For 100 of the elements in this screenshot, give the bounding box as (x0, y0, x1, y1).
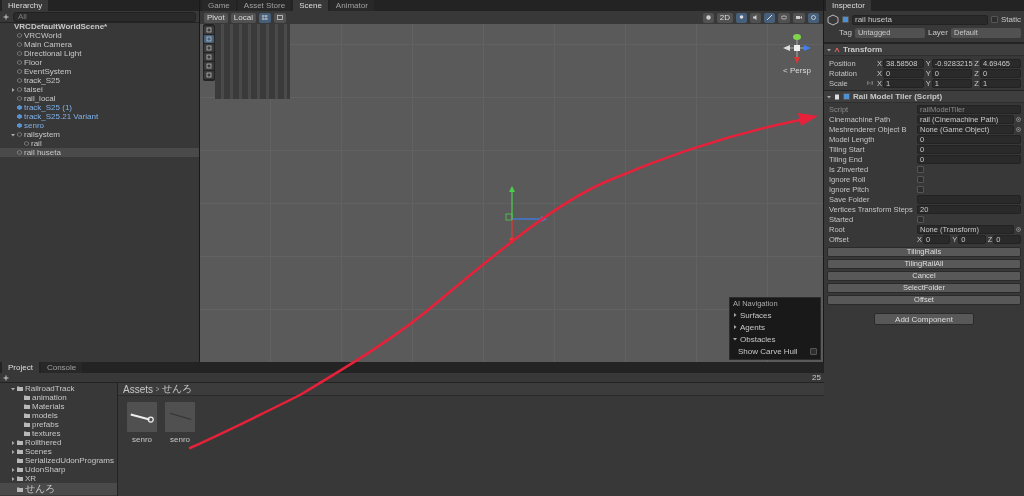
view-tab[interactable]: Animator (329, 0, 374, 11)
gizmos-dropdown[interactable] (808, 12, 819, 23)
hierarchy-item[interactable]: rail huseta (0, 148, 199, 157)
add-icon[interactable] (3, 374, 10, 381)
panel-tab[interactable]: Inspector (826, 0, 871, 11)
layer-label: Layer (927, 28, 948, 37)
grid-icon (261, 15, 268, 20)
panel-tab[interactable]: Project (2, 362, 39, 373)
folder-item[interactable]: animation (0, 393, 117, 402)
caret-icon[interactable] (11, 440, 15, 445)
snap-dropdown[interactable] (258, 12, 271, 23)
folder-item[interactable]: RailroadTrack (0, 384, 117, 393)
visibility-toggle[interactable] (778, 12, 790, 23)
camera-icon (796, 15, 802, 20)
checkbox[interactable] (810, 347, 817, 355)
folder-item[interactable]: せんろ (0, 483, 117, 495)
grid-icon (276, 15, 283, 20)
folder-item[interactable]: models (0, 411, 117, 420)
speaker-icon (753, 15, 758, 20)
static-label: Static (1001, 15, 1021, 24)
grid-dropdown[interactable] (273, 12, 286, 23)
mode-2d-toggle[interactable]: 2D (716, 12, 733, 23)
hierarchy-item[interactable]: Floor (0, 58, 199, 67)
asset-label[interactable]: senro (170, 435, 190, 444)
caret-icon[interactable] (11, 87, 15, 92)
breadcrumb-item[interactable]: せんろ (162, 382, 192, 396)
hierarchy-item[interactable]: EventSystem (0, 67, 199, 76)
projection-label[interactable]: < Persp (783, 66, 811, 75)
globe-icon (811, 15, 816, 20)
asset-thumbnail[interactable] (127, 402, 157, 432)
hierarchy-item[interactable]: railsystem (0, 130, 199, 139)
asset-thumbnail[interactable] (165, 402, 195, 432)
caret-icon[interactable] (11, 476, 15, 481)
folder-item[interactable]: Materials (0, 402, 117, 411)
breadcrumb-item[interactable]: Assets (123, 383, 153, 395)
folder-item[interactable]: Rollthered (0, 438, 117, 447)
folder-item[interactable]: SerializedUdonPrograms (0, 456, 117, 465)
object-picker-icon[interactable] (1016, 226, 1021, 232)
item-count: 25 (812, 373, 821, 382)
overlay-section[interactable]: Obstacles (733, 334, 817, 344)
hierarchy-item[interactable]: rail_local (0, 94, 199, 103)
folder-item[interactable]: Scenes (0, 447, 117, 456)
view-tab[interactable]: Scene (293, 0, 328, 11)
shading-dropdown[interactable] (702, 12, 714, 23)
hierarchy-item[interactable]: Directional Light (0, 49, 199, 58)
component-header[interactable]: Transform (824, 43, 1024, 56)
hierarchy-item[interactable]: taisei (0, 85, 199, 94)
cube-icon (827, 13, 839, 26)
pivot-dropdown[interactable]: Pivot (204, 12, 228, 23)
folder-item[interactable]: textures (0, 429, 117, 438)
caret-icon[interactable] (733, 325, 737, 329)
checkbox[interactable] (842, 16, 849, 23)
caret-icon[interactable] (11, 467, 15, 472)
text-field[interactable] (917, 194, 1021, 204)
asset-label[interactable]: senro (132, 435, 152, 444)
view-tab[interactable]: Asset Store (237, 0, 292, 11)
component-header[interactable]: Rail Model Tiler (Script) (824, 90, 1024, 103)
camera-dropdown[interactable] (793, 12, 805, 23)
bulb-icon (739, 15, 744, 20)
hierarchy-item[interactable]: rail (0, 139, 199, 148)
name-field[interactable]: rail huseta (852, 14, 988, 25)
panel-tab[interactable]: Console (40, 362, 83, 373)
effects-icon (767, 15, 772, 20)
caret-icon[interactable] (11, 449, 15, 454)
effects-toggle[interactable] (764, 12, 775, 23)
checkbox[interactable] (843, 93, 850, 100)
sphere-icon (705, 15, 711, 20)
hierarchy-item[interactable]: track_S25.21 Variant (0, 112, 199, 121)
chevron-icon (156, 387, 159, 391)
search-field[interactable]: All (13, 11, 196, 22)
transform-icon (834, 46, 840, 53)
folder-item[interactable]: prefabs (0, 420, 117, 429)
checkbox[interactable] (991, 16, 998, 23)
script-icon (834, 93, 840, 100)
add-component-button[interactable]: Add Component (874, 313, 974, 325)
space-dropdown[interactable]: Local (230, 12, 256, 23)
eye-icon (781, 15, 787, 20)
view-tab[interactable]: Game (202, 0, 236, 11)
checkbox[interactable] (917, 165, 924, 173)
folder-item[interactable]: UdonSharp (0, 465, 117, 474)
hierarchy-item[interactable]: senro (0, 121, 199, 130)
hierarchy-item[interactable]: Main Camera (0, 40, 199, 49)
checkbox[interactable] (917, 215, 924, 223)
caret-icon[interactable] (733, 337, 737, 341)
checkbox[interactable] (917, 185, 924, 193)
checkbox[interactable] (917, 175, 924, 183)
hierarchy-item[interactable]: track_S25 (0, 76, 199, 85)
overlay-section[interactable]: Surfaces (733, 310, 817, 320)
overlay-section[interactable]: Agents (733, 322, 817, 332)
scene-header[interactable]: VRCDefaultWorldScene* (0, 23, 199, 31)
tag-label: Tag (839, 28, 852, 37)
add-icon[interactable] (3, 13, 10, 20)
folder-item[interactable]: XR (0, 474, 117, 483)
option-label: Show Carve Hull (737, 346, 799, 356)
panel-tab[interactable]: Hierarchy (2, 0, 49, 11)
audio-toggle[interactable] (750, 12, 761, 23)
caret-icon[interactable] (733, 313, 737, 317)
hierarchy-item[interactable]: VRCWorld (0, 31, 199, 40)
lighting-toggle[interactable] (736, 12, 747, 23)
hierarchy-item[interactable]: track_S25 (1) (0, 103, 199, 112)
